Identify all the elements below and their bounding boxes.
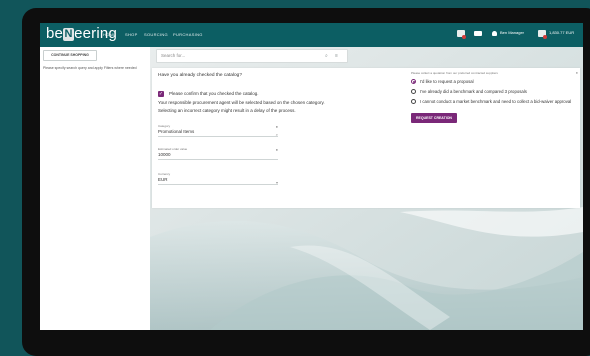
category-field[interactable]: Category Promotional Items ● ⌕ (158, 124, 278, 137)
app-screen: beNeering HOME SHOP SOURCING PURCHASING … (40, 23, 583, 330)
nav-home[interactable]: HOME (103, 32, 116, 37)
order-value-value[interactable]: 10000 (158, 152, 278, 157)
confirm-label: Please confirm that you checked the cata… (169, 91, 259, 96)
catalog-question: Have you already checked the catalog? (158, 73, 242, 78)
option-label-2[interactable]: I've already did a benchmark and compare… (420, 89, 527, 94)
search-placeholder: Search for... (161, 53, 186, 58)
proposal-options: Please collect a quotation from our pref… (411, 71, 576, 123)
search-icon[interactable]: ⌕ (325, 53, 328, 59)
option-label-1[interactable]: I'd like to request a proposal (420, 79, 474, 84)
user-icon (492, 31, 497, 36)
category-value[interactable]: Promotional Items (158, 129, 278, 134)
chevron-down-icon[interactable]: ▾ (276, 180, 278, 185)
radio-bid-waiver[interactable] (411, 99, 416, 104)
request-creation-button[interactable]: REQUEST CREATION (411, 113, 457, 123)
nav-sourcing[interactable]: SOURCING (144, 32, 168, 37)
order-value-underline (158, 159, 278, 160)
logo-prefix: be (46, 25, 64, 42)
continue-shopping-button[interactable]: CONTINUE SHOPPING (43, 50, 97, 61)
proposal-title: Please collect a quotation from our pref… (411, 71, 498, 75)
radio-request-proposal[interactable] (411, 79, 416, 84)
cart-total[interactable]: 1,830.77 EUR (549, 30, 574, 35)
user-name[interactable]: Ben Manager (500, 30, 524, 35)
sidebar: CONTINUE SHOPPING Please specify search … (40, 47, 151, 330)
category-label: Category (158, 124, 171, 128)
order-value-field[interactable]: Estimated order value 10000 ● (158, 147, 278, 160)
option-label-3[interactable]: I cannot conduct a market benchmark and … (420, 99, 571, 104)
currency-underline (158, 184, 278, 185)
help-icon[interactable]: ● (576, 70, 578, 75)
request-panel: Have you already checked the catalog? ✓ … (152, 68, 580, 208)
category-underline (158, 136, 278, 137)
logo-mark: N (63, 28, 75, 41)
mail-icon[interactable] (474, 31, 482, 36)
notification-badge (462, 35, 466, 39)
currency-value[interactable]: EUR (158, 177, 278, 182)
help-icon[interactable]: ● (276, 147, 278, 152)
currency-field[interactable]: Currency EUR ▾ (158, 172, 278, 185)
order-value-label: Estimated order value (158, 147, 188, 151)
currency-label: Currency (158, 172, 171, 176)
search-box[interactable]: Search for... ⌕ ≡ (156, 49, 348, 63)
confirm-checkbox[interactable]: ✓ (158, 91, 164, 97)
category-search-icon[interactable]: ⌕ (276, 132, 278, 137)
radio-benchmark-done[interactable] (411, 89, 416, 94)
nav-purchasing[interactable]: PURCHASING (173, 32, 203, 37)
top-navigation-bar: beNeering HOME SHOP SOURCING PURCHASING … (40, 23, 583, 47)
help-icon[interactable]: ● (276, 124, 278, 129)
filter-icon[interactable]: ≡ (335, 53, 338, 59)
info-line-1: Your responsible procurement agent will … (158, 100, 325, 105)
sidebar-note: Please specify search query and apply Fi… (43, 66, 137, 70)
nav-shop[interactable]: SHOP (125, 32, 138, 37)
cart-badge (543, 35, 547, 39)
info-line-2: Selecting an incorrect category might re… (158, 108, 296, 113)
